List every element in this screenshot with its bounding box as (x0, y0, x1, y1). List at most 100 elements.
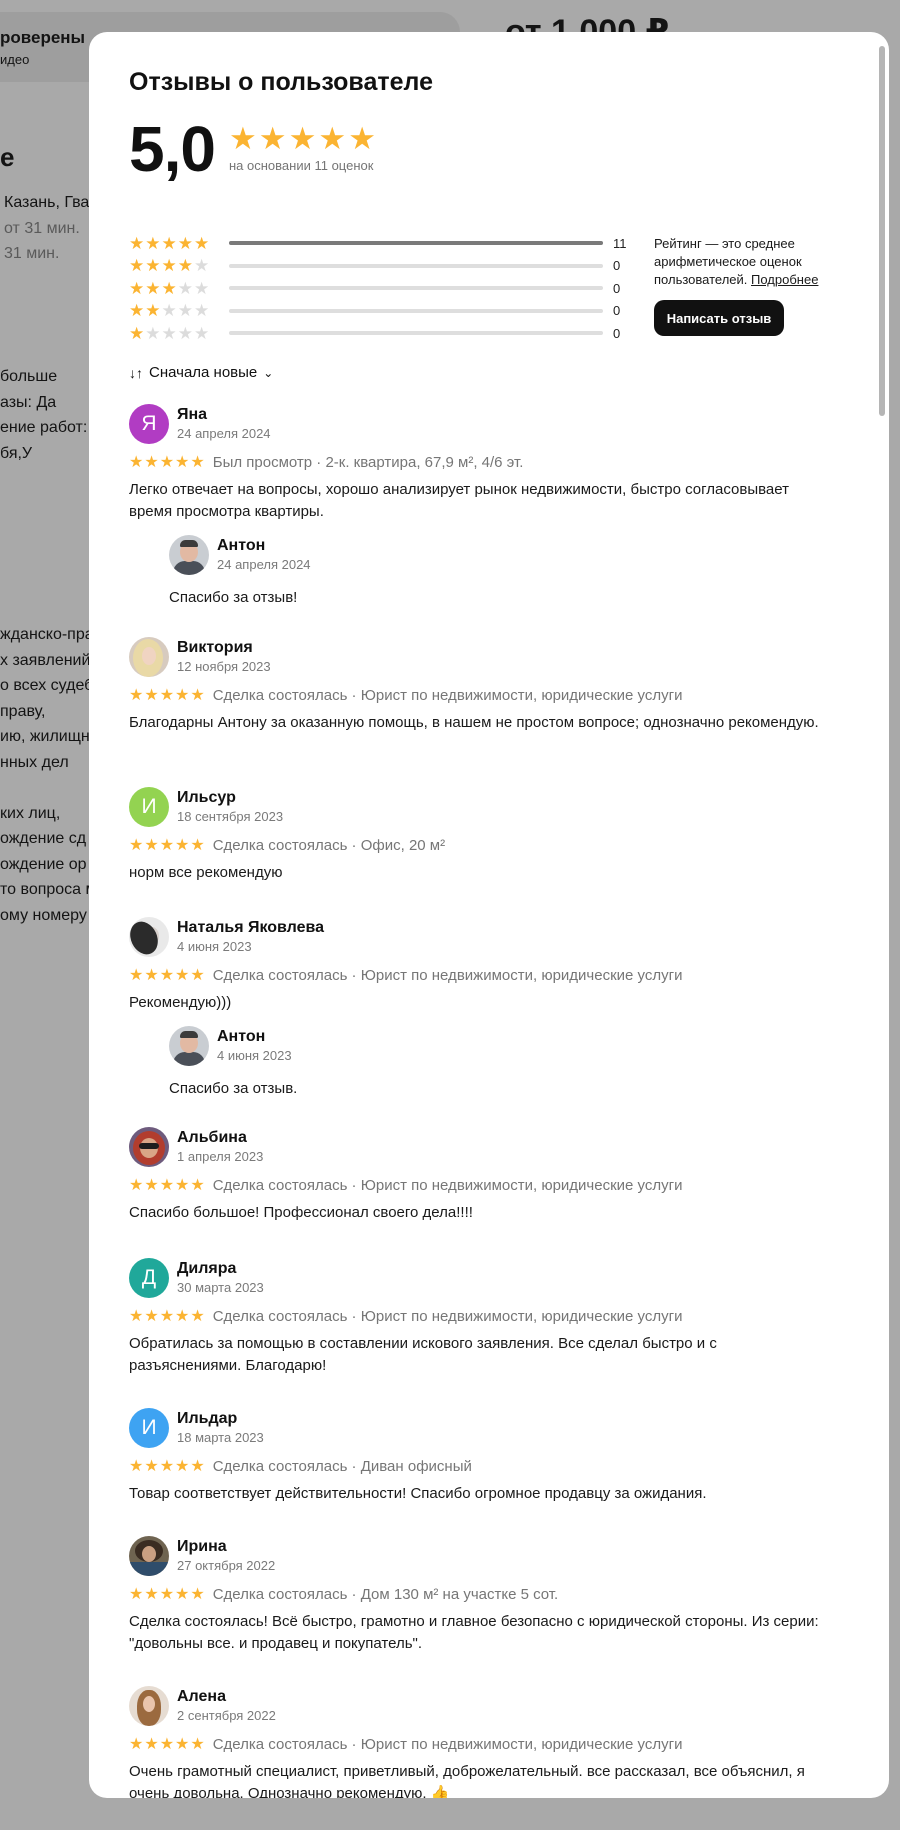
review-stars: ★ ★ ★ ★ ★ (129, 1457, 205, 1475)
star-icon: ★ (129, 1457, 144, 1475)
reviewer-name[interactable]: Виктория (177, 639, 253, 657)
review-meta: ★ ★ ★ ★ ★ Сделка состоялась · Дом 130 м² на у… (129, 1586, 849, 1603)
review-stars: ★ ★ ★ ★ ★ (129, 1307, 205, 1325)
distribution-bar-fill (229, 241, 603, 246)
review-meta: ★ ★ ★ ★ ★ Сделка состоялась · Юрист по недвиж… (129, 1736, 849, 1753)
distribution-stars: ★ ★ ★ ★ ★ (129, 280, 229, 297)
review-text: норм все рекомендую (129, 864, 283, 881)
reviewer-name[interactable]: Антон (217, 1028, 265, 1046)
star-icon: ★ (159, 453, 175, 471)
avatar[interactable] (129, 1686, 169, 1726)
star-icon: ★ (129, 453, 144, 471)
avatar-face (143, 1696, 155, 1712)
more-link[interactable]: Подробнее (751, 272, 818, 287)
reviewer-name[interactable]: Ильдар (177, 1410, 237, 1428)
star-icon: ★ (161, 301, 177, 321)
review-header: Д Диляра 30 марта 2023 (129, 1258, 849, 1300)
distribution-row: ★ ★ ★ ★ ★ 11 (129, 232, 629, 255)
distribution-stars: ★ ★ ★ ★ ★ (129, 235, 229, 252)
avatar[interactable] (129, 637, 169, 677)
review-meta-text: Сделка состоялась · Юрист по недвижимост… (212, 1736, 683, 1753)
star-icon: ★ (144, 1457, 159, 1475)
rating-distribution: ★ ★ ★ ★ ★ 11 ★ ★ ★ ★ ★ 0 ★ ★ ★ ★ ★ 0 ★ ★ ★ ★ ★ 0 ★ ★ ★ ★ ★ 0 (129, 232, 629, 345)
review-meta: ★ ★ ★ ★ ★ Сделка состоялась · Юрист по недвиж… (129, 1308, 849, 1325)
distribution-bar (229, 331, 603, 336)
review-meta: ★ ★ ★ ★ ★ Сделка состоялась · Юрист по недвиж… (129, 687, 849, 704)
review-meta-text: Сделка состоялась · Дом 130 м² на участк… (212, 1586, 559, 1603)
avatar-face (142, 1546, 156, 1562)
star-icon: ★ (288, 121, 317, 156)
review-stars: ★ ★ ★ ★ ★ (129, 686, 205, 704)
avatar[interactable]: И (129, 787, 169, 827)
star-icon: ★ (348, 121, 376, 156)
service-line: х заявлений, (0, 651, 95, 669)
review-header: И Ильсур 18 сентября 2023 (129, 787, 849, 829)
star-icon: ★ (194, 301, 210, 321)
avatar[interactable]: Д (129, 1258, 169, 1298)
distribution-bar (229, 308, 603, 313)
avatar[interactable] (129, 1127, 169, 1167)
review-meta-text: Сделка состоялась · Юрист по недвижимост… (212, 687, 683, 704)
review-date: 30 марта 2023 (177, 1280, 264, 1295)
review-text: Благодарны Антону за оказанную помощь, в… (129, 714, 819, 731)
star-icon: ★ (129, 323, 145, 343)
service-line: нных дел (0, 753, 69, 771)
review-item: Я Яна 24 апреля 2024 ★ ★ ★ ★ ★ Был просмотр · 2-… (129, 404, 849, 609)
review-text: Легко отвечает на вопросы, хорошо анализ… (129, 481, 789, 520)
detail-line: бя,У (0, 444, 33, 462)
service-line: праву, (0, 702, 46, 720)
star-icon: ★ (129, 256, 145, 276)
star-icon: ★ (175, 1176, 190, 1194)
star-icon: ★ (190, 836, 205, 854)
star-icon: ★ (190, 453, 205, 471)
avatar[interactable]: Я (129, 404, 169, 444)
avatar[interactable] (129, 1536, 169, 1576)
reviewer-name[interactable]: Наталья Яковлева (177, 919, 324, 937)
reviewer-name[interactable]: Ирина (177, 1538, 227, 1556)
avatar[interactable] (169, 1026, 209, 1066)
star-icon: ★ (144, 1307, 159, 1325)
review-date: 24 апреля 2024 (217, 557, 311, 572)
reviewer-name[interactable]: Ильсур (177, 789, 236, 807)
review-date: 18 сентября 2023 (177, 809, 284, 824)
review-stars: ★ ★ ★ ★ ★ (129, 836, 205, 854)
rating-stars: ★ ★ ★ ★ ★ (229, 121, 376, 156)
scrollbar[interactable] (879, 46, 885, 416)
avatar[interactable]: И (129, 1408, 169, 1448)
star-icon: ★ (159, 836, 175, 854)
service-line: о всех судеб (0, 677, 94, 694)
service-line: ию, жилищно (0, 728, 99, 745)
modal-title: Отзывы о пользователе (129, 68, 433, 96)
write-review-button[interactable]: Написать отзыв (654, 300, 784, 336)
star-icon: ★ (144, 1176, 159, 1194)
address-line: от 31 мин. (4, 219, 80, 237)
avatar[interactable] (129, 917, 169, 957)
reviewer-name[interactable]: Яна (177, 406, 207, 424)
reviewer-name[interactable]: Антон (217, 537, 265, 555)
reviewer-name[interactable]: Альбина (177, 1129, 247, 1147)
star-icon: ★ (177, 233, 193, 253)
star-icon: ★ (129, 686, 144, 704)
detail-line: азы: Да (0, 393, 57, 411)
reviewer-name[interactable]: Диляра (177, 1260, 236, 1278)
avatar[interactable] (169, 535, 209, 575)
star-icon: ★ (145, 233, 161, 253)
review-header: Я Яна 24 апреля 2024 (129, 404, 849, 446)
avatar-hair (180, 540, 198, 547)
detail-line: ение работ: Да (0, 419, 100, 436)
review-stars: ★ ★ ★ ★ ★ (129, 1736, 205, 1753)
review-item: И Ильдар 18 марта 2023 ★ ★ ★ ★ ★ Сделка состояла… (129, 1408, 849, 1505)
star-icon: ★ (159, 1457, 175, 1475)
star-icon: ★ (129, 278, 145, 298)
star-icon: ★ (177, 278, 193, 298)
services-block: жданско-пра х заявлений, о всех судеб праву… (0, 622, 100, 928)
sort-dropdown[interactable]: ↓↑ Сначала новые ⌄ (129, 364, 273, 381)
star-icon: ★ (194, 256, 210, 276)
review-text: Рекомендую))) (129, 994, 232, 1011)
reviewer-name[interactable]: Алена (177, 1688, 226, 1706)
star-icon: ★ (129, 233, 145, 253)
review-text: Сделка состоялась! Всё быстро, грамотно … (129, 1613, 819, 1652)
star-icon: ★ (190, 1176, 205, 1194)
review-date: 4 июня 2023 (217, 1048, 292, 1063)
service-line: жданско-пра (0, 626, 94, 643)
